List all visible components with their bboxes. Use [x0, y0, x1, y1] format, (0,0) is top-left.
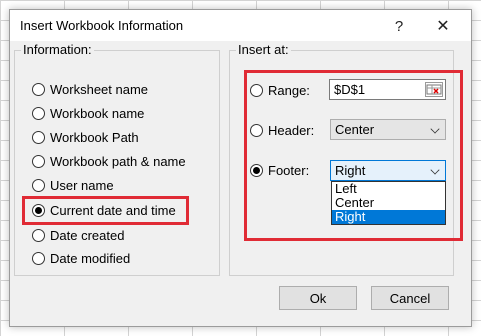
radio-icon[interactable]: [32, 106, 45, 120]
option-label: Workbook Path: [50, 129, 139, 145]
option-label: User name: [50, 177, 114, 193]
option-user-name[interactable]: User name: [32, 176, 114, 194]
option-workbook-name[interactable]: Workbook name: [32, 104, 144, 122]
option-date-modified[interactable]: Date modified: [32, 249, 130, 267]
information-group-label: Information:: [21, 42, 94, 57]
option-label: Workbook path & name: [50, 153, 186, 169]
option-label: Workbook name: [50, 105, 145, 121]
radio-icon[interactable]: [32, 251, 45, 265]
radio-icon[interactable]: [32, 178, 45, 192]
option-label: Date created: [50, 227, 125, 243]
option-worksheet-name[interactable]: Worksheet name: [32, 80, 148, 98]
title-bar: Insert Workbook Information ? ✕: [10, 10, 471, 41]
close-button[interactable]: ✕: [428, 14, 458, 38]
radio-icon[interactable]: [32, 228, 45, 242]
radio-icon[interactable]: [32, 82, 45, 96]
insert-at-group-label: Insert at:: [236, 42, 291, 57]
option-label: Date modified: [50, 250, 131, 266]
option-date-created[interactable]: Date created: [32, 226, 124, 244]
dialog-title: Insert Workbook Information: [20, 18, 184, 33]
radio-icon[interactable]: [32, 130, 45, 144]
radio-icon[interactable]: [32, 154, 45, 168]
ok-button[interactable]: Ok: [279, 286, 357, 310]
option-workbook-path[interactable]: Workbook Path: [32, 128, 139, 146]
highlight-box-date-time: [22, 196, 189, 225]
option-workbook-path-and-name[interactable]: Workbook path & name: [32, 152, 186, 170]
option-label: Worksheet name: [50, 81, 149, 97]
help-button[interactable]: ?: [384, 14, 414, 38]
cancel-button[interactable]: Cancel: [371, 286, 449, 310]
highlight-box-insert-at: [244, 70, 463, 241]
